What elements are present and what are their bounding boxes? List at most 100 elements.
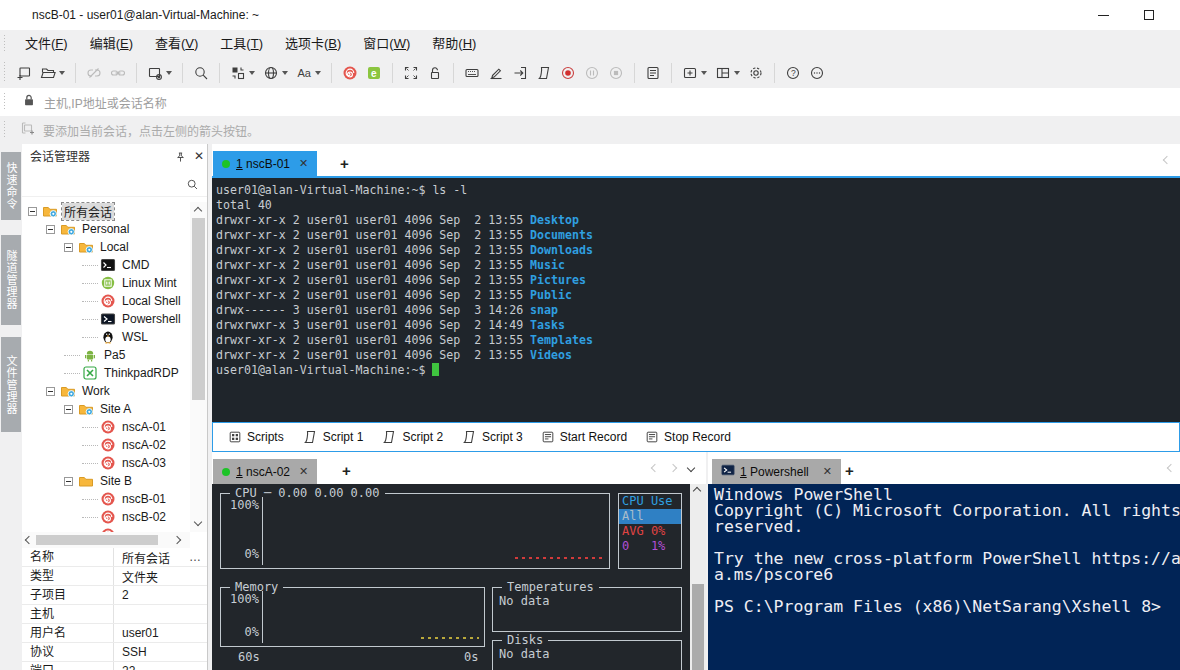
script-button[interactable] xyxy=(532,60,556,86)
reconnect-button[interactable] xyxy=(106,60,130,86)
script-3-button[interactable]: Script 3 xyxy=(452,425,532,449)
pause-button[interactable] xyxy=(580,60,604,86)
stop-record-button[interactable]: Stop Record xyxy=(636,425,740,449)
tree-item-Local[interactable]: Local xyxy=(22,238,190,256)
script-2-button[interactable]: Script 2 xyxy=(372,425,452,449)
toolbar-grip[interactable] xyxy=(4,121,5,139)
new-tab-button[interactable] xyxy=(678,60,711,86)
start-record-button[interactable]: Start Record xyxy=(532,425,636,449)
tab-nscB-01[interactable]: 1 nscB-01 ✕ xyxy=(213,151,317,176)
lock-button[interactable] xyxy=(423,60,447,86)
find-button[interactable] xyxy=(189,60,213,86)
tree-item-所有会话[interactable]: 所有会话 xyxy=(22,202,190,220)
new-tab-button[interactable]: + xyxy=(340,155,349,172)
collapse-icon[interactable] xyxy=(28,207,37,216)
collapse-icon[interactable] xyxy=(46,387,55,396)
tab-scroll-left-icon[interactable] xyxy=(1163,156,1171,164)
stop-button[interactable] xyxy=(604,60,628,86)
compose-button[interactable] xyxy=(484,60,508,86)
tree-item-Powershell[interactable]: Powershell xyxy=(22,310,190,328)
tree-item-nscA-03[interactable]: nscA-03 xyxy=(22,454,190,472)
close-tab-icon[interactable]: ✕ xyxy=(299,157,308,170)
collapse-icon[interactable] xyxy=(64,243,73,252)
tree-vertical-scrollbar[interactable] xyxy=(190,202,207,532)
tree-item-Linux Mint[interactable]: Linux Mint xyxy=(22,274,190,292)
menu-编辑(E)[interactable]: 编辑(E) xyxy=(79,30,144,57)
duplicate-session-button[interactable] xyxy=(143,60,176,86)
side-tab-快速命令[interactable]: 快速命令 xyxy=(1,152,21,220)
tree-item-nscA-02[interactable]: nscA-02 xyxy=(22,436,190,454)
collapse-icon[interactable] xyxy=(64,405,73,414)
tree-item-Local Shell[interactable]: Local Shell xyxy=(22,292,190,310)
tree-item-WSL[interactable]: WSL xyxy=(22,328,190,346)
disconnect-button[interactable] xyxy=(82,60,106,86)
web-button[interactable] xyxy=(259,60,292,86)
tree-item-nscA-01[interactable]: nscA-01 xyxy=(22,418,190,436)
close-panel-icon[interactable]: ✕ xyxy=(194,149,204,163)
maximize-button[interactable] xyxy=(1132,0,1166,30)
side-tab-隧道管理器[interactable]: 隧道管理器 xyxy=(1,235,21,325)
tree-item-nscB-02[interactable]: nscB-02 xyxy=(22,508,190,526)
layout-button[interactable] xyxy=(711,60,744,86)
tree-item-Site B[interactable]: Site B xyxy=(22,472,190,490)
xshell-button[interactable] xyxy=(338,60,362,86)
log-button[interactable] xyxy=(641,60,665,86)
script-1-button[interactable]: Script 1 xyxy=(293,425,373,449)
terminal-screen[interactable]: user01@alan-Virtual-Machine:~$ ls -ltota… xyxy=(212,178,1180,422)
font-button[interactable]: Aa xyxy=(292,60,325,86)
record-button[interactable] xyxy=(556,60,580,86)
minimize-button[interactable] xyxy=(1086,0,1120,30)
close-tab-icon[interactable]: ✕ xyxy=(823,465,832,478)
about-button[interactable] xyxy=(805,60,829,86)
xftp-button[interactable]: e xyxy=(362,60,386,86)
menu-选项卡(B)[interactable]: 选项卡(B) xyxy=(274,30,352,57)
menu-文件(F)[interactable]: 文件(F) xyxy=(14,30,79,57)
menu-工具(T)[interactable]: 工具(T) xyxy=(209,30,274,57)
tab-scroll-right-icon[interactable] xyxy=(669,464,677,472)
side-tab-文件管理器[interactable]: 文件管理器 xyxy=(1,337,21,432)
session-search-input[interactable] xyxy=(22,171,207,197)
toolbar-grip[interactable] xyxy=(4,62,5,83)
new-session-button[interactable] xyxy=(12,60,36,86)
menu-查看(V)[interactable]: 查看(V) xyxy=(144,30,209,57)
tab-menu-icon[interactable] xyxy=(687,464,695,472)
tab-powershell[interactable]: 1 Powershell ✕ xyxy=(712,459,841,484)
powershell-screen[interactable]: Windows PowerShellCopyright (C) Microsof… xyxy=(708,484,1180,670)
tab-scroll-left-icon[interactable] xyxy=(1167,464,1175,472)
monitor-tab-bar: 1 nscA-02 ✕ + xyxy=(212,452,706,484)
new-tab-button[interactable]: + xyxy=(342,462,351,479)
tab-scroll-left-icon[interactable] xyxy=(651,464,659,472)
collapse-icon[interactable] xyxy=(46,225,55,234)
tree-item-nscB-01[interactable]: nscB-01 xyxy=(22,490,190,508)
monitor-scrollbar[interactable] xyxy=(690,484,706,670)
add-session-icon[interactable] xyxy=(20,120,36,140)
tree-horizontal-scrollbar[interactable] xyxy=(22,532,190,548)
more-button[interactable]: … xyxy=(189,550,207,564)
transfer-button[interactable] xyxy=(226,60,259,86)
help-button[interactable]: ? xyxy=(781,60,805,86)
menu-帮助(H)[interactable]: 帮助(H) xyxy=(421,30,487,57)
collapse-icon[interactable] xyxy=(64,477,73,486)
tree-item-Work[interactable]: Work xyxy=(22,382,190,400)
menu-窗口(W)[interactable]: 窗口(W) xyxy=(352,30,421,57)
open-session-button[interactable] xyxy=(36,60,69,86)
tree-item-Personal[interactable]: Personal xyxy=(22,220,190,238)
property-row: 主机 xyxy=(22,605,207,624)
settings-button[interactable] xyxy=(744,60,768,86)
tree-item-Pa5[interactable]: Pa5 xyxy=(22,346,190,364)
tree-item-CMD[interactable]: CMD xyxy=(22,256,190,274)
toolbar-grip[interactable] xyxy=(4,35,5,52)
tree-item-ThinkpadRDP[interactable]: ThinkpadRDP xyxy=(22,364,190,382)
close-tab-icon[interactable]: ✕ xyxy=(299,465,308,478)
pin-icon[interactable] xyxy=(174,150,187,168)
address-bar[interactable]: 主机,IP地址或会话名称 xyxy=(0,88,1180,116)
keyboard-button[interactable] xyxy=(460,60,484,86)
tree-item-Site A[interactable]: Site A xyxy=(22,400,190,418)
new-tab-button[interactable]: + xyxy=(845,462,854,479)
tab-nscA-02[interactable]: 1 nscA-02 ✕ xyxy=(213,459,317,484)
scripts-button[interactable]: Scripts xyxy=(219,425,293,449)
address-input-placeholder[interactable]: 主机,IP地址或会话名称 xyxy=(44,94,167,111)
fullscreen-button[interactable] xyxy=(399,60,423,86)
send-button[interactable] xyxy=(508,60,532,86)
toolbar-grip[interactable] xyxy=(4,93,5,111)
